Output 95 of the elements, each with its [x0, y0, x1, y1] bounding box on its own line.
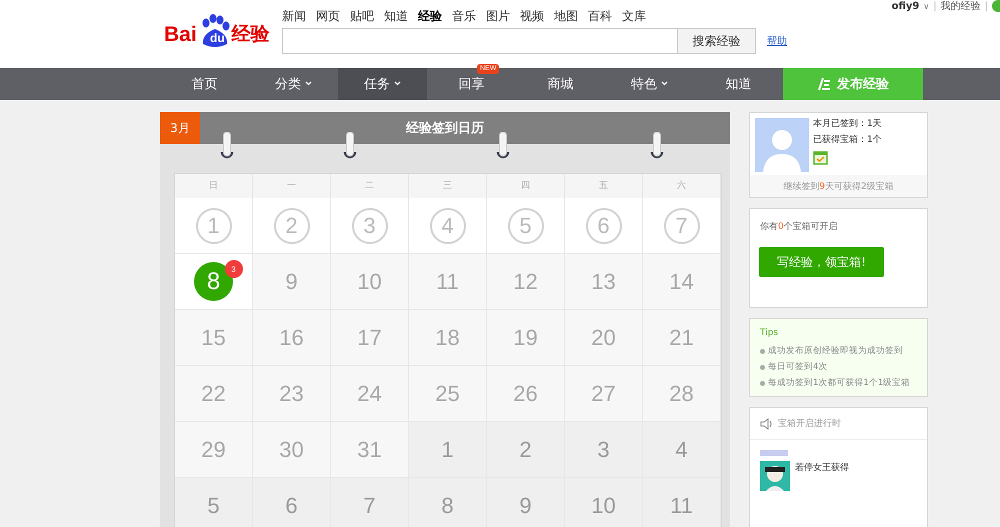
calendar-title: 经验签到日历	[404, 120, 485, 137]
day-number: 1	[441, 436, 454, 462]
tab-indicator-icon	[760, 450, 788, 456]
day-number: 12	[513, 268, 538, 294]
day-number: 6	[586, 208, 622, 244]
top-link[interactable]: 新闻	[282, 6, 306, 26]
top-link[interactable]: 经验	[418, 6, 442, 26]
nav-tab[interactable]: 特色	[605, 68, 694, 100]
caret-icon[interactable]	[305, 80, 312, 86]
day-number: 4	[430, 208, 466, 244]
day-number: 11	[670, 492, 693, 518]
tip-text: 每日可签到4次	[768, 361, 828, 374]
signed-days-text: 本月已签到：1天	[813, 118, 882, 131]
chest-count-text: 你有0个宝箱可开启	[759, 220, 839, 233]
day-number: 29	[201, 436, 226, 462]
top-link[interactable]: 网页	[316, 6, 340, 26]
tip-text: 成功发布原创经验即视为成功签到	[768, 345, 903, 358]
day-number: 24	[357, 380, 382, 406]
progress-note: 继续签到9天可获得2级宝箱	[750, 175, 927, 197]
feed-title: 宝箱开启进行时	[778, 418, 841, 430]
day-number: 7	[664, 208, 700, 244]
day-number: 1	[196, 208, 232, 244]
bullet-icon	[760, 381, 765, 386]
nav-tab[interactable]: 商城	[516, 68, 605, 100]
tip-text: 每成功签到1次都可获得1个1级宝箱	[768, 377, 910, 390]
day-number: 18	[435, 324, 460, 350]
top-link[interactable]: 文库	[622, 6, 646, 26]
day-number: 3	[597, 436, 610, 462]
username-link[interactable]: ofiy9	[892, 0, 920, 12]
caret-icon[interactable]: ∨	[923, 2, 930, 10]
top-link[interactable]: 百科	[588, 6, 612, 26]
day-number: 10	[591, 492, 616, 518]
day-number: 5	[207, 492, 220, 518]
day-number: 23	[279, 380, 304, 406]
top-link[interactable]: 音乐	[452, 6, 476, 26]
day-number: 17	[357, 324, 382, 350]
day-number: 15	[201, 324, 226, 350]
caret-icon[interactable]	[394, 80, 401, 86]
day-number: 14	[669, 268, 694, 294]
day-number: 31	[357, 436, 382, 462]
month-label: 3月	[160, 112, 200, 144]
chests-text: 已获得宝箱：1个	[813, 134, 882, 147]
top-link[interactable]: 贴吧	[350, 6, 374, 26]
calendar-check-icon	[813, 150, 828, 165]
status-icon	[992, 0, 1000, 12]
day-number: 25	[435, 380, 460, 406]
day-number: 9	[285, 268, 298, 294]
day-number: 8	[194, 262, 233, 301]
day-number: 20	[591, 324, 616, 350]
nav-tab[interactable]: 首页	[160, 68, 249, 100]
my-experience-link[interactable]: 我的经验	[940, 0, 981, 13]
speaker-icon	[760, 418, 774, 430]
day-number: 11	[436, 268, 459, 294]
day-number: 4	[675, 436, 688, 462]
count-badge: 3	[224, 260, 242, 278]
day-number: 19	[513, 324, 538, 350]
day-number: 28	[669, 380, 694, 406]
logo-text: du	[210, 31, 225, 45]
day-number: 27	[591, 380, 616, 406]
tips-title: Tips	[760, 328, 780, 338]
logo-text: 经验	[232, 23, 270, 47]
search-button[interactable]: 搜索经验	[678, 28, 756, 54]
feed-item-text: 若停女王获得	[795, 462, 849, 474]
day-number: 8	[441, 492, 454, 518]
day-number: 21	[669, 324, 694, 350]
day-number: 7	[363, 492, 376, 518]
nav-tab[interactable]: 知道	[694, 68, 783, 100]
separator: |	[984, 0, 988, 12]
help-link[interactable]: 帮助	[767, 34, 787, 48]
top-link[interactable]: 知道	[384, 6, 408, 26]
bullet-icon	[760, 365, 765, 370]
nav-tab[interactable]: 分类	[249, 68, 338, 100]
day-number: 10	[357, 268, 382, 294]
day-number: 6	[285, 492, 298, 518]
day-number: 5	[508, 208, 544, 244]
top-link[interactable]: 地图	[554, 6, 578, 26]
pen-icon	[817, 77, 831, 91]
nav-tab[interactable]: 任务	[338, 68, 427, 100]
day-number: 2	[519, 436, 532, 462]
day-number: 30	[279, 436, 304, 462]
separator: |	[933, 0, 937, 12]
top-link[interactable]: 图片	[486, 6, 510, 26]
caret-icon[interactable]	[661, 80, 668, 86]
top-link[interactable]: 视频	[520, 6, 544, 26]
bullet-icon	[760, 349, 765, 354]
day-number: 3	[352, 208, 388, 244]
logo-text: Bai	[164, 22, 197, 48]
search-field[interactable]	[282, 28, 678, 54]
avatar-icon	[755, 118, 809, 172]
day-number: 13	[591, 268, 616, 294]
day-number: 26	[513, 380, 538, 406]
day-number: 9	[519, 492, 532, 518]
day-number: 16	[279, 324, 304, 350]
day-number: 22	[201, 380, 226, 406]
day-number: 2	[274, 208, 310, 244]
